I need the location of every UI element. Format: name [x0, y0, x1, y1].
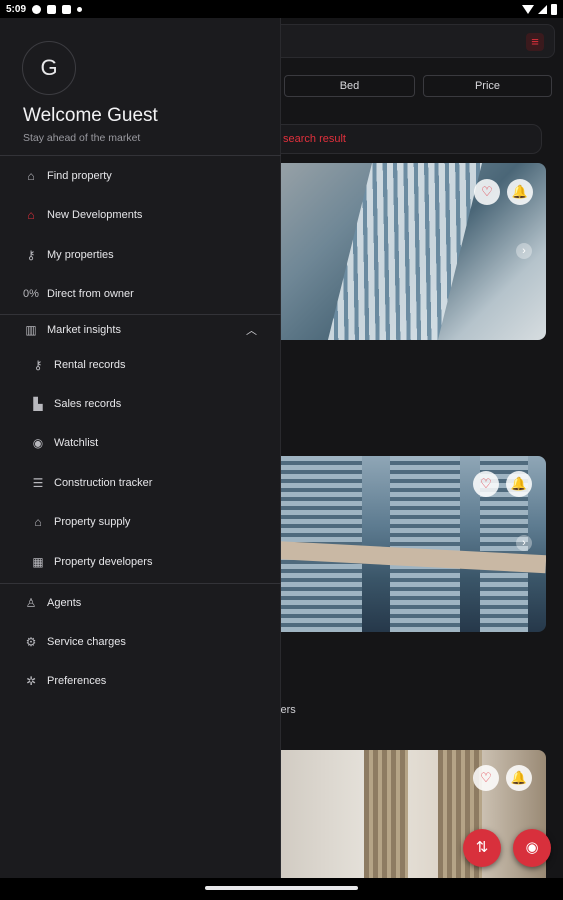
settings-icon: ✲: [25, 674, 37, 688]
alert-bell-icon[interactable]: 🔔: [507, 179, 533, 205]
save-search-bar[interactable]: search result: [270, 124, 542, 154]
drawer-subitem-watchlist[interactable]: ◉ Watchlist: [0, 428, 281, 458]
status-bar: 5:09: [0, 0, 563, 18]
drawer-item-preferences[interactable]: ✲ Preferences: [0, 666, 281, 696]
wifi-icon: [522, 4, 534, 14]
navigation-drawer: G Welcome Guest Stay ahead of the market…: [0, 18, 281, 878]
drawer-subitem-sales-records[interactable]: ▙ Sales records: [0, 389, 281, 419]
shield-notification-icon: [32, 4, 42, 14]
drawer-item-label: Market insights: [47, 324, 121, 336]
battery-icon: [551, 3, 557, 15]
drawer-item-label: Direct from owner: [47, 288, 134, 300]
key-icon: ⚷: [33, 358, 43, 372]
drawer-item-my-properties[interactable]: ⚷ My properties: [0, 240, 281, 270]
drawer-subitem-property-supply[interactable]: ⌂ Property supply: [0, 507, 281, 537]
alert-bell-icon[interactable]: 🔔: [506, 765, 532, 791]
favorite-heart-icon[interactable]: ♡: [474, 179, 500, 205]
drawer-item-label: Find property: [47, 170, 112, 182]
property-card-image[interactable]: ♡ 🔔: [270, 750, 546, 896]
curtain-image: [364, 750, 408, 896]
drawer-item-market-insights[interactable]: ▥ Market insights ︿: [0, 315, 281, 345]
property-card-image[interactable]: ♡ 🔔 ›: [270, 456, 546, 632]
drawer-item-label: Service charges: [47, 636, 126, 648]
drawer-item-label: Construction tracker: [54, 477, 153, 489]
buildings-icon: ▙: [33, 397, 43, 411]
drawer-subitem-construction-tracker[interactable]: ☰ Construction tracker: [0, 468, 281, 498]
favorite-heart-icon[interactable]: ♡: [473, 471, 499, 497]
home-gesture-bar[interactable]: [205, 886, 358, 890]
system-navigation-bar: [0, 878, 563, 900]
developer-icon: ▦: [32, 555, 44, 569]
status-time: 5:09: [6, 3, 27, 15]
drawer-item-label: Rental records: [54, 359, 126, 371]
drawer-item-label: New Developments: [47, 209, 143, 221]
supply-icon: ⌂: [34, 515, 42, 529]
map-pin-fab-icon[interactable]: ◉: [513, 829, 551, 867]
filter-icon[interactable]: ≡: [526, 33, 544, 51]
media-notification-icon: [62, 4, 72, 14]
property-card-image[interactable]: ♡ 🔔 ›: [270, 163, 546, 340]
next-image-chevron-icon[interactable]: ›: [516, 243, 532, 259]
alert-bell-icon[interactable]: 🔔: [506, 471, 532, 497]
building-image: [390, 456, 460, 632]
drawer-item-label: Agents: [47, 597, 82, 609]
percent-icon: 0%: [23, 288, 39, 300]
person-icon: ♙: [25, 596, 37, 610]
home-search-icon: ⌂: [27, 169, 35, 183]
chevron-up-icon[interactable]: ︿: [246, 322, 257, 338]
next-image-chevron-icon[interactable]: ›: [516, 535, 532, 551]
favorite-heart-icon[interactable]: ♡: [473, 765, 499, 791]
drawer-item-label: Preferences: [47, 675, 107, 687]
drawer-item-label: Sales records: [54, 398, 122, 410]
drawer-item-label: Property developers: [54, 556, 153, 568]
chart-icon: ▥: [25, 323, 37, 337]
welcome-title: Welcome Guest: [23, 105, 158, 126]
price-filter-chip[interactable]: Price: [423, 75, 552, 97]
app-notification-icon: [47, 4, 57, 14]
signal-icon: [538, 4, 547, 14]
drawer-item-label: Property supply: [54, 516, 131, 528]
avatar[interactable]: G: [22, 41, 76, 95]
drawer-item-label: Watchlist: [54, 437, 99, 449]
welcome-tagline: Stay ahead of the market: [23, 132, 141, 144]
new-home-icon: ⌂: [27, 208, 35, 222]
divider: [0, 155, 281, 156]
drawer-item-service-charges[interactable]: ⚙ Service charges: [0, 627, 281, 657]
drawer-subitem-rental-records[interactable]: ⚷ Rental records: [0, 350, 281, 380]
divider: [0, 583, 281, 584]
construction-icon: ☰: [32, 476, 44, 490]
sort-fab-icon[interactable]: ⇅: [463, 829, 501, 867]
drawer-item-direct-from-owner[interactable]: 0% Direct from owner: [0, 279, 281, 309]
eye-icon: ◉: [32, 436, 44, 450]
search-bar[interactable]: ≡: [270, 24, 555, 58]
drawer-subitem-property-developers[interactable]: ▦ Property developers: [0, 547, 281, 577]
bed-filter-chip[interactable]: Bed: [284, 75, 415, 97]
app-screen: 5:09 ≡ Bed Price search result ♡ 🔔 › ♡ 🔔…: [0, 0, 563, 900]
service-icon: ⚙: [25, 635, 37, 649]
drawer-item-new-developments[interactable]: ⌂ New Developments: [0, 200, 281, 230]
key-icon: ⚷: [26, 248, 36, 262]
building-image: [327, 163, 483, 340]
drawer-item-agents[interactable]: ♙ Agents: [0, 588, 281, 618]
drawer-item-find-property[interactable]: ⌂ Find property: [0, 161, 281, 191]
dot-notification-icon: [77, 6, 83, 12]
drawer-item-label: My properties: [47, 249, 114, 261]
